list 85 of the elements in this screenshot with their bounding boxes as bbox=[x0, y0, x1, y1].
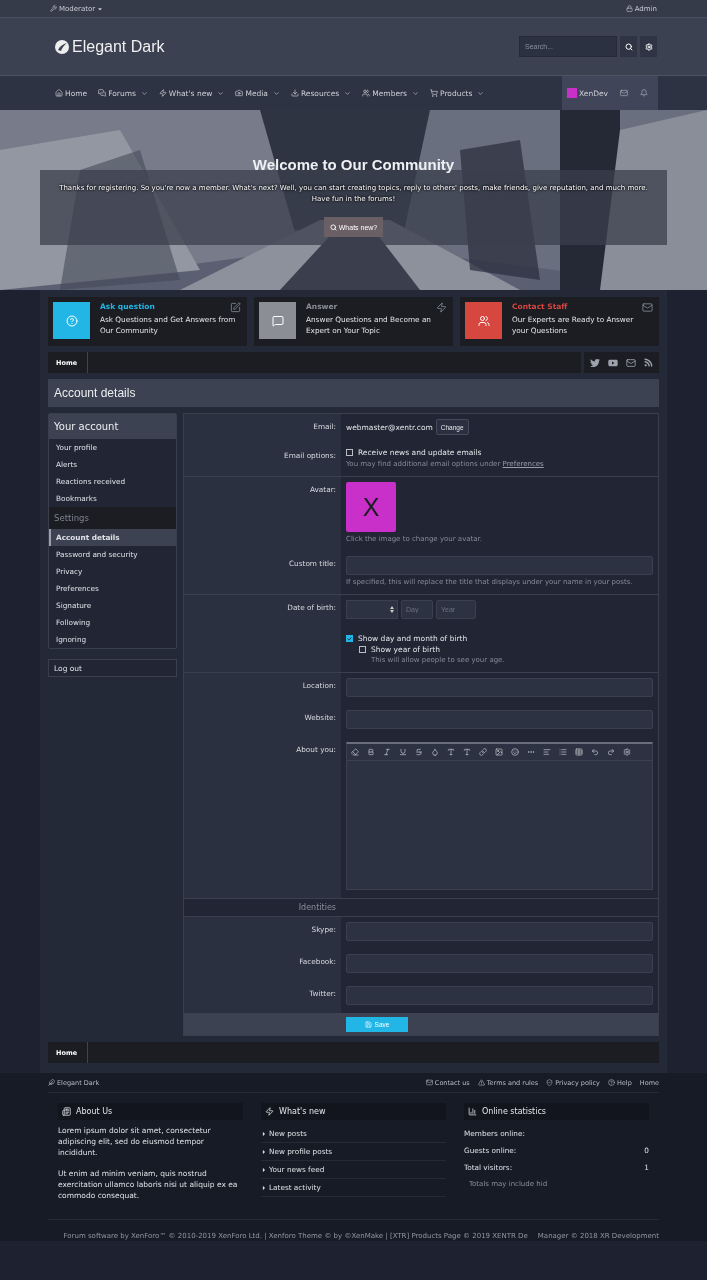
logo-icon bbox=[55, 39, 69, 54]
camera-icon bbox=[235, 89, 244, 97]
whats-new-heading: What's new bbox=[261, 1103, 446, 1120]
rich-text-editor[interactable] bbox=[346, 742, 653, 890]
align-icon[interactable] bbox=[543, 748, 551, 756]
undo-icon[interactable] bbox=[591, 748, 599, 756]
bolt-icon bbox=[265, 1107, 274, 1116]
home-icon bbox=[55, 89, 63, 97]
input-field[interactable] bbox=[346, 678, 653, 697]
input-field[interactable] bbox=[346, 710, 653, 729]
input-field[interactable] bbox=[346, 922, 653, 941]
search-icon bbox=[329, 223, 337, 231]
statistics-heading: Online statistics bbox=[464, 1103, 649, 1120]
bold-icon[interactable] bbox=[367, 748, 375, 756]
smiley-icon[interactable] bbox=[511, 748, 519, 756]
strikethrough-icon[interactable] bbox=[415, 748, 423, 756]
section-heading: Identities bbox=[297, 902, 337, 914]
edit-icon bbox=[230, 302, 241, 313]
text-style-icon[interactable] bbox=[463, 748, 471, 756]
youtube-icon[interactable] bbox=[608, 357, 618, 368]
users-icon bbox=[362, 89, 371, 97]
download-icon bbox=[290, 89, 299, 97]
users-icon bbox=[477, 314, 490, 327]
table-icon[interactable] bbox=[575, 748, 583, 756]
save-icon bbox=[364, 1020, 372, 1028]
menu-heading: Settings bbox=[49, 507, 176, 529]
droplet-icon[interactable] bbox=[431, 748, 439, 756]
link-icon[interactable] bbox=[479, 748, 487, 756]
redo-icon[interactable] bbox=[607, 748, 615, 756]
bolt-icon bbox=[158, 89, 167, 97]
caret-icon bbox=[344, 89, 352, 97]
caret-icon bbox=[412, 89, 419, 97]
caret-icon bbox=[97, 5, 104, 12]
image-icon[interactable] bbox=[495, 748, 503, 756]
help-icon bbox=[607, 1079, 615, 1086]
input-field[interactable] bbox=[346, 954, 653, 973]
about-heading: About Us bbox=[58, 1103, 243, 1120]
check-icon bbox=[347, 635, 352, 642]
rss-icon[interactable] bbox=[644, 358, 653, 367]
bar-chart-icon bbox=[468, 1107, 477, 1116]
eraser-icon[interactable] bbox=[351, 748, 359, 756]
chat-icon bbox=[98, 89, 107, 97]
more-icon[interactable] bbox=[527, 748, 535, 756]
bolt-icon bbox=[436, 302, 447, 313]
caret-icon bbox=[477, 89, 485, 97]
warning-icon bbox=[477, 1079, 485, 1086]
cart-icon bbox=[430, 89, 438, 97]
input-field[interactable] bbox=[346, 556, 653, 575]
page-title: Account details bbox=[48, 379, 659, 407]
caret-icon bbox=[140, 89, 148, 97]
lock-icon bbox=[625, 5, 633, 12]
caret-icon bbox=[261, 1166, 267, 1173]
shield-icon bbox=[546, 1079, 554, 1086]
underline-icon[interactable] bbox=[399, 748, 407, 756]
presentation-icon bbox=[62, 1107, 71, 1116]
site-name: Elegant Dark bbox=[72, 37, 165, 56]
font-size-icon[interactable] bbox=[447, 748, 455, 756]
caret-icon bbox=[261, 1148, 267, 1155]
search-button[interactable] bbox=[620, 36, 637, 57]
mail-icon[interactable] bbox=[626, 357, 636, 368]
mail-icon[interactable] bbox=[620, 89, 628, 97]
caret-icon bbox=[261, 1130, 267, 1137]
speech-bubble-icon bbox=[271, 314, 284, 327]
bell-icon[interactable] bbox=[640, 89, 648, 97]
list-icon[interactable] bbox=[559, 748, 567, 756]
sort-icon bbox=[390, 606, 394, 613]
settings-button[interactable] bbox=[640, 36, 657, 57]
search-icon bbox=[624, 42, 633, 51]
wrench-icon bbox=[50, 5, 57, 12]
italic-icon[interactable] bbox=[383, 748, 391, 756]
feather-icon bbox=[48, 1079, 55, 1086]
menu-heading: Your account bbox=[49, 414, 176, 439]
mail-icon bbox=[425, 1079, 433, 1086]
hero-title: Welcome to Our Community bbox=[252, 156, 455, 173]
twitter-icon[interactable] bbox=[590, 357, 600, 368]
input-field[interactable] bbox=[346, 986, 653, 1005]
caret-icon bbox=[217, 89, 225, 97]
avatar[interactable]: X bbox=[346, 482, 396, 532]
gear-icon bbox=[644, 42, 653, 51]
caret-icon bbox=[272, 89, 280, 97]
mail-icon bbox=[642, 302, 653, 313]
caret-icon bbox=[261, 1184, 267, 1191]
user-avatar bbox=[567, 88, 577, 98]
question-icon bbox=[65, 314, 78, 327]
settings-icon[interactable] bbox=[623, 748, 631, 756]
